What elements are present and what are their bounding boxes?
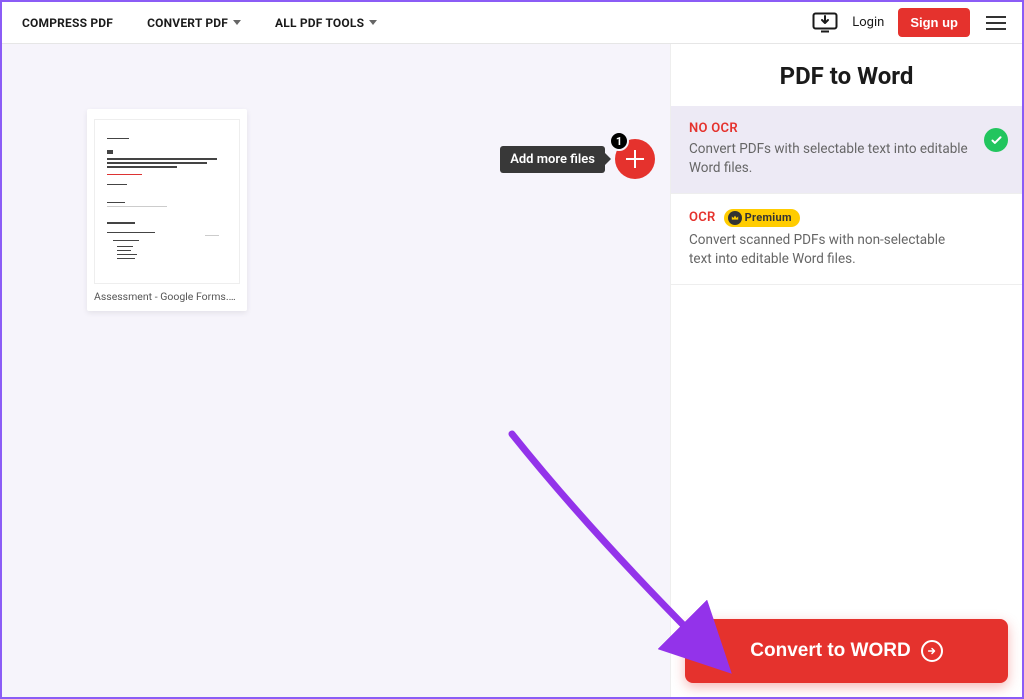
top-nav: COMPRESS PDF CONVERT PDF ALL PDF TOOLS L…	[2, 2, 1022, 44]
chevron-down-icon	[369, 20, 377, 25]
file-card[interactable]: Assessment - Google Forms.pdf	[87, 109, 247, 311]
nav-convert-pdf[interactable]: CONVERT PDF	[147, 16, 241, 30]
spacer	[671, 285, 1022, 619]
arrow-right-icon	[921, 640, 943, 662]
file-canvas: Assessment - Google Forms.pdf Add more f…	[2, 44, 670, 697]
add-more-tooltip: Add more files	[500, 146, 605, 173]
add-file-button[interactable]: 1	[615, 139, 655, 179]
nav-alltools-label: ALL PDF TOOLS	[275, 16, 364, 30]
signup-button[interactable]: Sign up	[898, 8, 970, 37]
check-icon	[984, 128, 1008, 152]
nav-compress-label: COMPRESS PDF	[22, 16, 113, 30]
nav-convert-label: CONVERT PDF	[147, 16, 228, 30]
file-thumbnail	[94, 119, 240, 284]
sidebar-title: PDF to Word	[671, 44, 1022, 106]
nav-all-tools[interactable]: ALL PDF TOOLS	[275, 16, 377, 30]
add-more-group: Add more files 1	[500, 139, 655, 179]
convert-label: Convert to WORD	[750, 640, 910, 662]
option-heading: OCR Premium	[689, 209, 968, 227]
chevron-down-icon	[233, 20, 241, 25]
file-name: Assessment - Google Forms.pdf	[94, 290, 240, 303]
file-count-badge: 1	[609, 131, 629, 151]
crown-icon	[728, 211, 742, 225]
option-ocr-label: OCR	[689, 210, 716, 225]
options-sidebar: PDF to Word NO OCR Convert PDFs with sel…	[670, 44, 1022, 697]
hamburger-menu-icon[interactable]	[984, 14, 1008, 32]
main: Assessment - Google Forms.pdf Add more f…	[2, 44, 1022, 697]
nav-left: COMPRESS PDF CONVERT PDF ALL PDF TOOLS	[22, 16, 377, 30]
option-ocr[interactable]: OCR Premium Convert scanned PDFs with no…	[671, 194, 1022, 285]
option-desc: Convert scanned PDFs with non-selectable…	[689, 231, 968, 269]
option-heading: NO OCR	[689, 121, 968, 136]
option-desc: Convert PDFs with selectable text into e…	[689, 140, 968, 178]
premium-badge: Premium	[724, 209, 800, 227]
nav-right: Login Sign up	[812, 8, 1008, 37]
login-link[interactable]: Login	[852, 15, 884, 30]
nav-compress-pdf[interactable]: COMPRESS PDF	[22, 16, 113, 30]
convert-button[interactable]: Convert to WORD	[685, 619, 1008, 683]
premium-label: Premium	[745, 211, 792, 224]
download-desktop-icon[interactable]	[812, 12, 838, 34]
option-no-ocr[interactable]: NO OCR Convert PDFs with selectable text…	[671, 106, 1022, 194]
